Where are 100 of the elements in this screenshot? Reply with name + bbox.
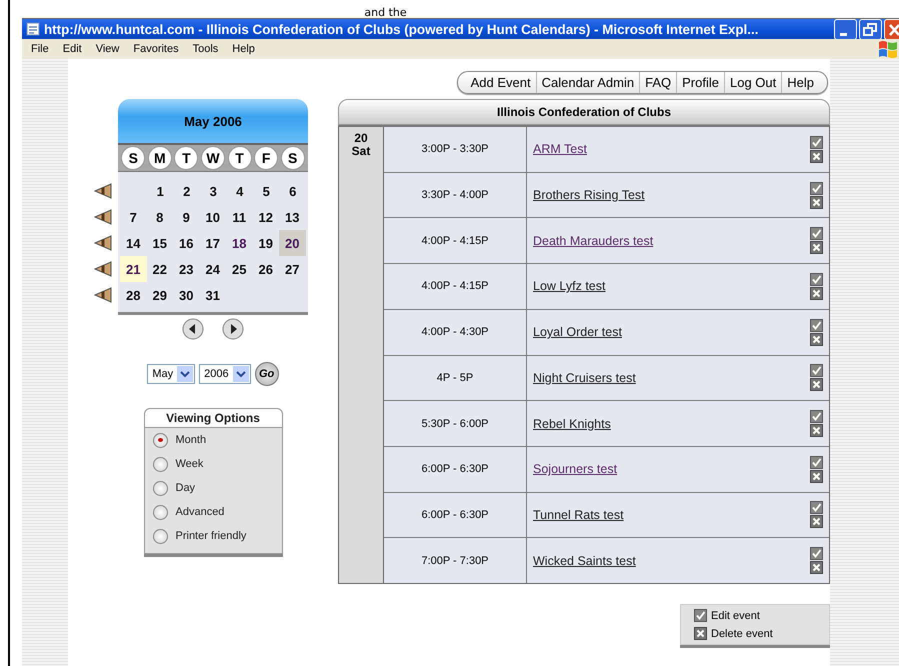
- delete-x-icon[interactable]: [810, 241, 823, 254]
- nav-link[interactable]: Add Event: [466, 72, 536, 93]
- calendar-day[interactable]: 19: [252, 230, 279, 256]
- weekday-label: S: [121, 146, 146, 170]
- nav-link[interactable]: Calendar Admin: [536, 72, 640, 93]
- calendar-day[interactable]: 14: [120, 230, 146, 256]
- menu-item[interactable]: File: [26, 43, 54, 55]
- calendar-day[interactable]: 5: [253, 178, 280, 204]
- delete-x-icon[interactable]: [810, 470, 823, 483]
- calendar-day[interactable]: 2: [174, 178, 200, 204]
- radio-button[interactable]: [152, 480, 168, 496]
- time-cell: 4:00P - 4:15P: [384, 264, 527, 309]
- menu-item[interactable]: Edit: [58, 43, 87, 55]
- week-arrow-icon[interactable]: [94, 235, 112, 251]
- week-arrow-icon[interactable]: [94, 183, 112, 199]
- radio-button[interactable]: [152, 528, 168, 544]
- edit-check-icon[interactable]: [810, 547, 823, 560]
- nav-link[interactable]: Profile: [676, 72, 724, 93]
- menu-item[interactable]: Favorites: [128, 43, 184, 55]
- calendar-day[interactable]: 26: [252, 256, 279, 282]
- nav-link[interactable]: Log Out: [724, 72, 782, 93]
- go-button[interactable]: Go: [254, 362, 279, 386]
- calendar-day[interactable]: 22: [146, 256, 173, 282]
- event-link[interactable]: Brothers Rising Test: [533, 188, 645, 202]
- calendar-day[interactable]: 7: [120, 204, 146, 230]
- menu-item[interactable]: Help: [227, 43, 260, 55]
- edit-check-icon[interactable]: [810, 272, 823, 286]
- edit-check-icon[interactable]: [810, 227, 823, 240]
- time-cell: 6:00P - 6:30P: [384, 446, 527, 492]
- week-arrow-icon[interactable]: [94, 287, 112, 303]
- calendar-day[interactable]: 1: [147, 178, 174, 204]
- event-link[interactable]: Sojourners test: [533, 462, 618, 476]
- edit-check-icon[interactable]: [810, 501, 823, 514]
- event-link[interactable]: Low Lyfz test: [533, 279, 606, 294]
- calendar-day[interactable]: 20: [279, 230, 306, 256]
- week-arrow-icon[interactable]: [94, 209, 112, 225]
- calendar-day[interactable]: 28: [120, 282, 146, 308]
- nav-link[interactable]: Help: [781, 72, 819, 93]
- menu-item[interactable]: Tools: [188, 43, 224, 55]
- calendar-day[interactable]: 8: [146, 204, 173, 230]
- nav-link[interactable]: FAQ: [639, 72, 676, 93]
- calendar-day[interactable]: 27: [279, 256, 306, 282]
- calendar-day[interactable]: 15: [146, 230, 173, 256]
- delete-x-icon[interactable]: [810, 196, 823, 209]
- menu-item[interactable]: View: [90, 43, 124, 55]
- delete-x-icon[interactable]: [810, 424, 823, 438]
- calendar-day[interactable]: 3: [200, 178, 226, 204]
- week-arrow-icon[interactable]: [94, 261, 112, 277]
- calendar-day[interactable]: 11: [226, 204, 252, 230]
- calendar-day[interactable]: 16: [173, 230, 200, 256]
- month-select[interactable]: May: [147, 364, 196, 384]
- year-select[interactable]: 2006: [199, 364, 251, 384]
- calendar-day[interactable]: 12: [252, 204, 279, 230]
- delete-x-icon[interactable]: [810, 332, 823, 346]
- edit-check-icon[interactable]: [810, 456, 823, 469]
- delete-x-icon[interactable]: [810, 515, 823, 528]
- event-link[interactable]: Night Cruisers test: [533, 370, 636, 385]
- calendar-day[interactable]: 4: [226, 178, 253, 204]
- calendar-day[interactable]: 29: [146, 282, 173, 308]
- calendar-day[interactable]: 10: [200, 204, 226, 230]
- close-button[interactable]: [884, 18, 899, 40]
- dropdown-arrow-button[interactable]: [232, 366, 249, 382]
- radio-button[interactable]: [152, 456, 168, 472]
- calendar-day[interactable]: 30: [173, 282, 200, 308]
- radio-label: Printer friendly: [176, 530, 246, 542]
- calendar-day[interactable]: 23: [173, 256, 200, 282]
- calendar-day[interactable]: 31: [200, 282, 226, 308]
- event-link[interactable]: Death Marauders test: [533, 234, 654, 248]
- delete-x-icon[interactable]: [810, 378, 823, 392]
- restore-button[interactable]: [859, 18, 882, 40]
- minimize-button[interactable]: [834, 18, 857, 40]
- calendar-day[interactable]: 17: [200, 230, 226, 256]
- edit-check-icon[interactable]: [810, 136, 823, 149]
- next-month-button[interactable]: [222, 318, 244, 340]
- calendar-day[interactable]: 24: [200, 256, 226, 282]
- event-link[interactable]: ARM Test: [533, 142, 587, 156]
- window-title: http://www.huntcal.com - Illinois Confederation of Clubs (powered by Hunt Calendars) - Microsoft Internet Expl...: [44, 22, 758, 36]
- calendar-day[interactable]: 21: [120, 256, 146, 282]
- previous-month-button[interactable]: [182, 318, 204, 340]
- event-link[interactable]: Rebel Knights: [533, 416, 611, 431]
- calendar-day[interactable]: 18: [226, 230, 252, 256]
- dropdown-arrow-button[interactable]: [177, 366, 194, 382]
- edit-check-icon[interactable]: [810, 410, 823, 424]
- delete-x-icon[interactable]: [810, 286, 823, 300]
- event-link[interactable]: Tunnel Rats test: [533, 508, 624, 522]
- time-cell: 4:00P - 4:15P: [384, 218, 527, 264]
- edit-check-icon[interactable]: [810, 182, 823, 195]
- calendar-day[interactable]: 9: [173, 204, 200, 230]
- event-link[interactable]: Wicked Saints test: [533, 554, 636, 568]
- delete-x-icon[interactable]: [810, 150, 823, 163]
- table-title: Illinois Confederation of Clubs: [497, 105, 671, 119]
- edit-check-icon[interactable]: [810, 364, 823, 378]
- calendar-day[interactable]: 6: [280, 178, 306, 204]
- radio-button[interactable]: [152, 432, 168, 448]
- radio-button[interactable]: [152, 504, 168, 520]
- calendar-day[interactable]: 13: [279, 204, 306, 230]
- delete-x-icon[interactable]: [810, 561, 823, 574]
- event-link[interactable]: Loyal Order test: [533, 325, 622, 340]
- calendar-day[interactable]: 25: [226, 256, 252, 282]
- edit-check-icon[interactable]: [810, 318, 823, 332]
